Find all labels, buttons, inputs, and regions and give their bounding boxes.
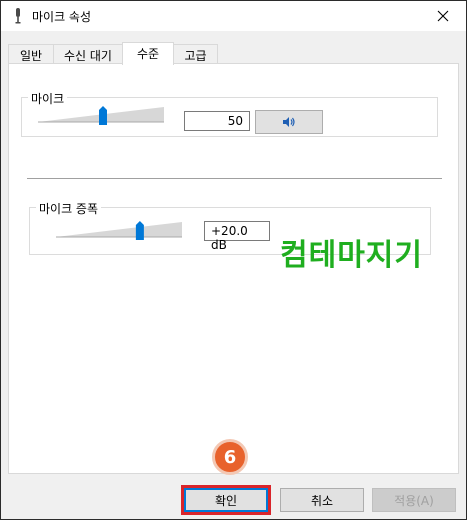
slider-ramp: [56, 222, 182, 237]
window-title: 마이크 속성: [32, 10, 92, 24]
levels-panel: 마이크 50 마이크 증폭 +20.0 dB 컴테마지기: [8, 63, 459, 474]
microphone-level-slider[interactable]: [36, 102, 166, 128]
microphone-level-value[interactable]: 50: [184, 111, 250, 131]
microphone-boost-slider[interactable]: [54, 217, 184, 243]
tab-advanced[interactable]: 고급: [173, 44, 218, 64]
apply-button[interactable]: 적용(A): [372, 488, 456, 512]
microphone-slider-thumb[interactable]: [99, 106, 107, 125]
tab-label: 수신 대기: [64, 49, 112, 63]
close-button[interactable]: [420, 1, 466, 31]
properties-dialog: 마이크 속성 일반 수신 대기 수준 고급 마이크 50 마이크 증폭 +20.…: [0, 0, 467, 520]
tab-label: 일반: [19, 49, 43, 63]
mute-button[interactable]: [255, 110, 323, 134]
title-bar: 마이크 속성: [1, 1, 466, 31]
step-badge: 6: [212, 439, 248, 475]
microphone-icon: [13, 7, 23, 25]
boost-slider-thumb[interactable]: [135, 221, 144, 240]
tab-listen[interactable]: 수신 대기: [53, 44, 123, 64]
cancel-button[interactable]: 취소: [280, 488, 364, 512]
tab-levels[interactable]: 수준: [122, 42, 174, 65]
speaker-icon: [283, 117, 295, 127]
section-divider: [27, 178, 442, 179]
microphone-group: 마이크 50: [21, 90, 438, 137]
tab-general[interactable]: 일반: [8, 44, 54, 64]
close-icon: [437, 10, 449, 22]
tab-label: 수준: [136, 47, 160, 61]
tab-label: 고급: [184, 49, 207, 63]
microphone-boost-value: +20.0 dB: [204, 221, 270, 252]
watermark-logo: 컴테마지기: [280, 238, 423, 273]
ok-button-highlight: [181, 485, 271, 515]
microphone-boost-label: 마이크 증폭: [36, 200, 102, 217]
